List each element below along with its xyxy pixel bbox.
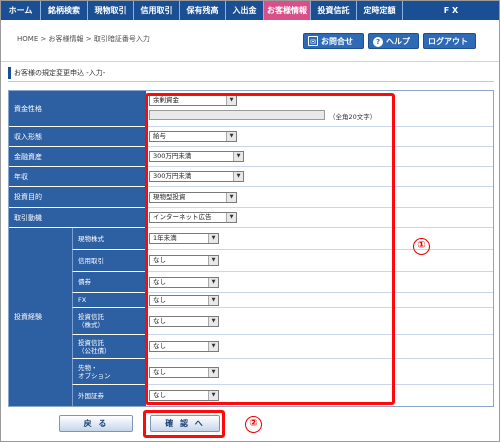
experience-foreign-label: 外国証券	[72, 385, 146, 406]
experience-stocks-label: 現物株式	[72, 228, 146, 250]
logout-button[interactable]: ログアウト	[423, 33, 476, 49]
browser-viewport: ホーム 銘柄検索 現物取引 信用取引 保有残高 入出金 お客様情報 投資信託 定…	[0, 0, 500, 442]
nav-home[interactable]: ホーム	[1, 1, 41, 20]
nav-customer-info[interactable]: お客様情報	[264, 1, 311, 20]
highlight-box-confirm	[143, 410, 225, 438]
nav-margin-trading[interactable]: 信用取引	[134, 1, 180, 20]
experience-futures-label: 先物・ オプション	[72, 359, 146, 385]
experience-trust-bond-label: 投資信託 （公社債）	[72, 335, 146, 359]
annual-income-label: 年収	[9, 167, 146, 187]
experience-label: 投資経験	[9, 228, 72, 406]
nav-investment-trust[interactable]: 投資信託	[311, 1, 357, 20]
nav-spot-trading[interactable]: 現物取引	[88, 1, 134, 20]
nav-holdings[interactable]: 保有残高	[180, 1, 226, 20]
breadcrumb: HOME > お客様情報 > 取引暗証番号入力	[17, 35, 150, 43]
top-navigation: ホーム 銘柄検索 現物取引 信用取引 保有残高 入出金 お客様情報 投資信託 定…	[1, 1, 499, 20]
help-icon: ?	[373, 37, 383, 47]
experience-bonds-label: 債券	[72, 272, 146, 293]
header-bar: HOME > お客様情報 > 取引暗証番号入力 ✉ お問合せ ? ヘルプ ログアウト	[1, 20, 499, 62]
header-divider	[1, 61, 499, 62]
experience-margin-label: 信用取引	[72, 250, 146, 272]
back-button[interactable]: 戻 る	[59, 415, 133, 432]
section-divider	[8, 81, 494, 82]
mail-icon: ✉	[308, 36, 318, 46]
help-button[interactable]: ? ヘルプ	[368, 33, 419, 49]
section-title: お客様の規定変更申込 -入力-	[8, 67, 494, 79]
annotation-number-1: ①	[413, 238, 430, 255]
highlight-box-form-fields	[145, 93, 395, 405]
nav-stock-search[interactable]: 銘柄検索	[41, 1, 88, 20]
investment-purpose-label: 投資目的	[9, 187, 146, 208]
fund-nature-label: 資金性格	[9, 91, 146, 127]
experience-fx-label: FX	[72, 293, 146, 308]
experience-trust-stock-label: 投資信託 （株式）	[72, 308, 146, 335]
contact-button[interactable]: ✉ お問合せ	[303, 33, 364, 49]
income-type-label: 収入形態	[9, 127, 146, 147]
financial-assets-label: 金融資産	[9, 147, 146, 167]
trading-motive-label: 取引動機	[9, 208, 146, 228]
nav-fx[interactable]: F X	[403, 1, 499, 20]
nav-deposit-withdrawal[interactable]: 入出金	[226, 1, 264, 20]
annotation-number-2: ②	[245, 416, 262, 433]
nav-regular-fixed[interactable]: 定時定額	[357, 1, 403, 20]
